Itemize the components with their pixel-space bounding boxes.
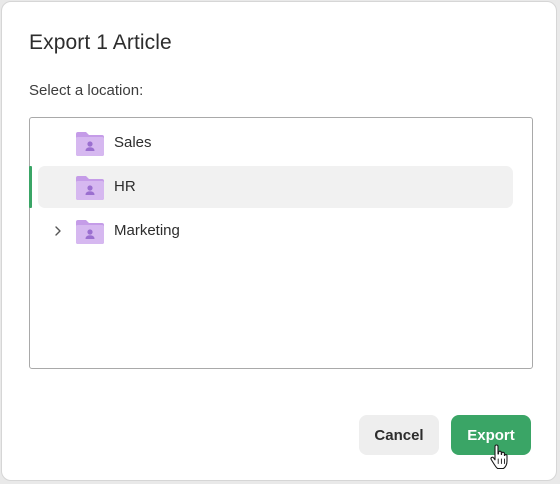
tree-item-label: HR <box>114 178 136 195</box>
selection-indicator <box>29 166 32 208</box>
folder-user-icon <box>76 132 104 156</box>
hand-pointer-cursor-icon <box>490 444 508 470</box>
location-tree[interactable]: Sales HR Marketing <box>29 117 533 369</box>
tree-item-sales[interactable]: Sales <box>38 122 513 164</box>
tree-item-marketing[interactable]: Marketing <box>38 210 513 252</box>
chevron-right-icon[interactable] <box>50 223 66 239</box>
export-dialog: Export 1 Article Select a location: Sale… <box>1 1 557 481</box>
folder-user-icon <box>76 220 104 244</box>
tree-item-hr[interactable]: HR <box>38 166 513 208</box>
location-prompt: Select a location: <box>29 82 144 99</box>
folder-user-icon <box>76 176 104 200</box>
dialog-title: Export 1 Article <box>29 31 172 54</box>
tree-item-label: Sales <box>114 134 152 151</box>
cancel-button[interactable]: Cancel <box>359 415 439 455</box>
tree-item-label: Marketing <box>114 222 180 239</box>
